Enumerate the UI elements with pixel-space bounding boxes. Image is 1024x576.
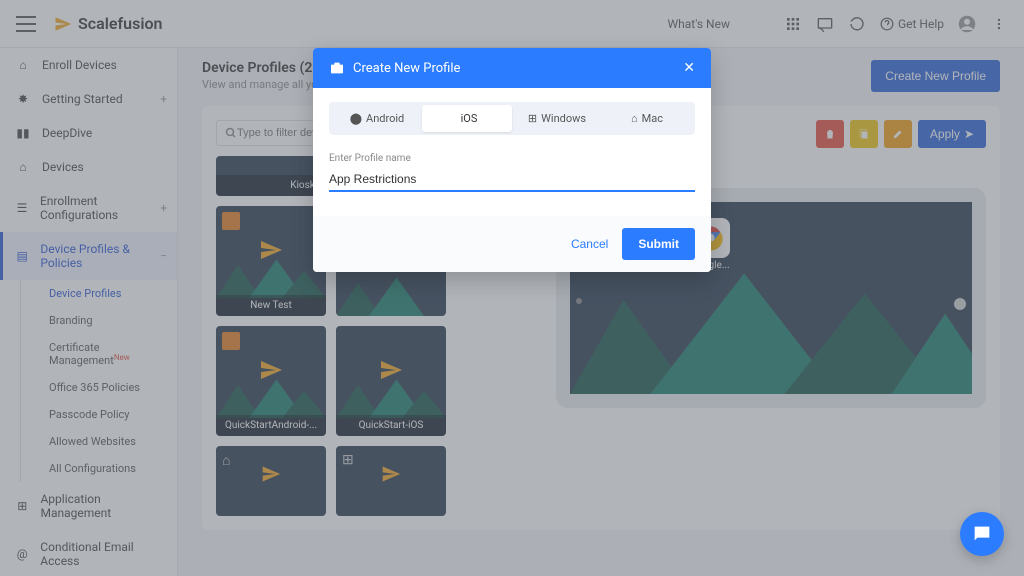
field-label: Enter Profile name	[329, 153, 695, 164]
mac-icon: ⌂	[631, 112, 638, 125]
tab-ios[interactable]: iOS	[422, 105, 512, 132]
cancel-button[interactable]: Cancel	[571, 237, 608, 251]
create-profile-modal: Create New Profile ✕ ⬤Android iOS ⊞Windo…	[313, 48, 711, 272]
modal-title: Create New Profile	[353, 61, 460, 76]
submit-button[interactable]: Submit	[622, 228, 695, 260]
android-icon: ⬤	[350, 112, 362, 125]
tab-windows[interactable]: ⊞Windows	[512, 105, 602, 132]
modal-overlay: Create New Profile ✕ ⬤Android iOS ⊞Windo…	[0, 0, 1024, 576]
os-tabs: ⬤Android iOS ⊞Windows ⌂Mac	[329, 102, 695, 135]
modal-body: ⬤Android iOS ⊞Windows ⌂Mac Enter Profile…	[313, 88, 711, 216]
modal-footer: Cancel Submit	[313, 216, 711, 272]
tab-android[interactable]: ⬤Android	[332, 105, 422, 132]
profile-name-input[interactable]	[329, 168, 695, 192]
windows-icon: ⊞	[528, 112, 537, 125]
close-icon[interactable]: ✕	[683, 60, 695, 76]
tab-mac[interactable]: ⌂Mac	[602, 105, 692, 132]
modal-header: Create New Profile ✕	[313, 48, 711, 88]
briefcase-icon	[329, 60, 345, 76]
chat-widget[interactable]	[960, 512, 1004, 556]
chat-icon	[971, 523, 993, 545]
